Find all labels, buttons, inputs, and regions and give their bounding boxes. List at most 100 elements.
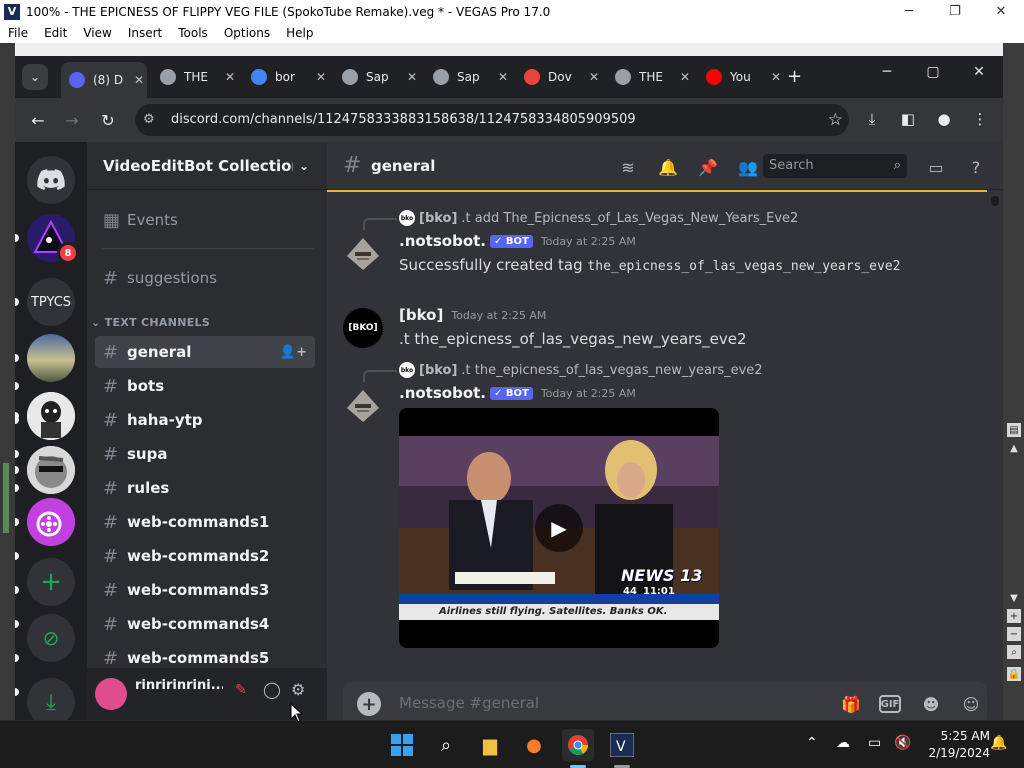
menu-file[interactable]: File (0, 26, 36, 40)
notification-bell-icon[interactable]: 🔔 (990, 735, 1007, 751)
composer-placeholder[interactable]: Message #general (399, 694, 539, 712)
server-icon-sunglasses[interactable] (27, 446, 75, 494)
server-icon-tpycs[interactable]: TPYCS (27, 278, 75, 326)
server-header[interactable]: VideoEditBot Collection 1.0 ⌄ (87, 142, 327, 190)
server-icon-landscape[interactable] (27, 334, 75, 382)
message-author[interactable]: [bko] (399, 306, 443, 324)
discord-home-icon[interactable] (27, 156, 75, 204)
chrome-icon[interactable] (562, 729, 594, 761)
zoom-in-button[interactable]: + (1007, 609, 1021, 623)
play-icon[interactable]: ▶ (535, 504, 583, 552)
menu-options[interactable]: Options (216, 26, 278, 40)
threads-icon[interactable]: ≋ (617, 156, 639, 178)
browser-tab[interactable]: bor ✕ (243, 62, 329, 92)
vegas-restore-button[interactable]: ❐ (932, 0, 978, 23)
menu-insert[interactable]: Insert (120, 26, 170, 40)
message-scrollbar[interactable] (987, 192, 1003, 672)
browser-menu-icon[interactable]: ⋮ (969, 110, 991, 128)
close-tab-icon[interactable]: ✕ (677, 70, 693, 84)
menu-view[interactable]: View (75, 26, 119, 40)
message-composer[interactable]: + Message #general 🎁 GIF ☻ ☺ (343, 682, 987, 720)
file-explorer-icon[interactable]: ▆ (474, 729, 506, 761)
new-tab-button[interactable]: + (787, 66, 802, 87)
channel-web-commands1[interactable]: # web-commands1 (95, 506, 315, 538)
close-tab-icon[interactable]: ✕ (222, 70, 238, 84)
close-tab-icon[interactable]: ✕ (313, 70, 329, 84)
events-item[interactable]: ▦ Events (95, 204, 315, 236)
bell-icon[interactable]: 🔔 (657, 156, 679, 178)
channel-rules[interactable]: # rules (95, 472, 315, 504)
close-tab-icon[interactable]: ✕ (131, 73, 147, 87)
downloads-icon[interactable]: ⤓ (861, 110, 883, 128)
tab-search-button[interactable]: ⌄ (22, 64, 48, 90)
category-text-channels[interactable]: ⌄ TEXT CHANNELS (91, 316, 210, 329)
url-text[interactable]: discord.com/channels/1124758333883158638… (171, 112, 636, 127)
network-icon[interactable]: ▭ (868, 735, 881, 751)
scroll-up-icon[interactable]: ▲ (1007, 441, 1021, 455)
search-icon[interactable]: ⌕ (430, 729, 462, 761)
channel-supa[interactable]: # supa (95, 438, 315, 470)
headphones-icon[interactable]: ◯ (263, 680, 281, 699)
vegas-close-button[interactable]: ✕ (978, 0, 1024, 23)
server-icon-character[interactable] (27, 392, 75, 440)
windows-start-icon[interactable] (386, 729, 418, 761)
avatar[interactable] (95, 678, 127, 710)
vegas-minimize-button[interactable]: ─ (886, 0, 932, 23)
browser-tab[interactable]: Sap ✕ (334, 62, 420, 92)
server-icon-reel[interactable] (27, 498, 75, 546)
zoom-tool-icon[interactable]: ⌕ (1007, 645, 1021, 659)
gif-icon[interactable]: GIF (879, 695, 901, 713)
browser-close-button[interactable]: ✕ (959, 64, 999, 80)
help-icon[interactable]: ? (965, 156, 987, 178)
avatar[interactable] (343, 234, 383, 274)
back-icon[interactable]: ← (27, 109, 49, 131)
side-panel-icon[interactable]: ◧ (897, 110, 919, 128)
channel-general[interactable]: # general 👤+ (95, 336, 315, 368)
message-author[interactable]: .notsobot. (399, 384, 486, 402)
browser-tab[interactable]: You ✕ (698, 62, 784, 92)
channel-web-commands4[interactable]: # web-commands4 (95, 608, 315, 640)
channel-web-commands2[interactable]: # web-commands2 (95, 540, 315, 572)
video-attachment[interactable]: NEWS 13 11:01 44 Airlines still flying. … (399, 408, 719, 648)
reload-icon[interactable]: ↻ (97, 109, 119, 131)
mute-icon[interactable]: ✎ (235, 682, 247, 698)
forward-icon[interactable]: → (61, 109, 83, 131)
menu-edit[interactable]: Edit (36, 26, 75, 40)
channel-haha-ytp[interactable]: # haha-ytp (95, 404, 315, 436)
pin-icon[interactable]: 📌 (697, 156, 719, 178)
profile-icon[interactable]: ● (933, 110, 955, 128)
browser-tab[interactable]: THE ✕ (607, 62, 693, 92)
cloud-icon[interactable]: ☁ (836, 735, 850, 751)
inbox-icon[interactable]: ▭ (925, 156, 947, 178)
browser-maximize-button[interactable]: ▢ (913, 64, 953, 80)
channel-bots[interactable]: # bots (95, 370, 315, 402)
avatar[interactable]: [BKO] (343, 308, 383, 348)
close-tab-icon[interactable]: ✕ (404, 70, 420, 84)
add-server-icon[interactable]: + (27, 558, 75, 606)
browser-tab[interactable]: Sap ✕ (425, 62, 511, 92)
download-apps-icon[interactable]: ⤓ (27, 678, 75, 720)
close-tab-icon[interactable]: ✕ (495, 70, 511, 84)
close-tab-icon[interactable]: ✕ (768, 70, 784, 84)
scrollbar-thumb[interactable] (991, 196, 999, 206)
vegas-taskbar-icon[interactable]: V (606, 729, 638, 761)
tray-overflow-icon[interactable]: ⌃ (806, 735, 818, 751)
avatar[interactable] (343, 386, 383, 426)
browser-tab[interactable]: (8) D ✕ (61, 62, 147, 98)
message-author[interactable]: .notsobot. (399, 232, 486, 250)
channel-web-commands3[interactable]: # web-commands3 (95, 574, 315, 606)
gift-icon[interactable]: 🎁 (839, 692, 863, 716)
close-tab-icon[interactable]: ✕ (586, 70, 602, 84)
system-clock[interactable]: 5:25 AM 2/19/2024 (920, 728, 990, 762)
vegas-panel-pin-button[interactable]: ▤ (1007, 423, 1021, 437)
invite-icon[interactable]: 👤+ (280, 345, 307, 360)
browser-tab[interactable]: THE ✕ (152, 62, 238, 92)
lock-icon[interactable]: 🔒 (1007, 667, 1021, 681)
reply-preview[interactable]: bko [bko] .t the_epicness_of_las_vegas_n… (399, 362, 763, 378)
bookmark-star-icon[interactable]: ☆ (828, 110, 843, 130)
explore-servers-icon[interactable]: ⊘ (27, 614, 75, 662)
emoji-icon[interactable]: ☺ (959, 692, 983, 716)
volume-muted-icon[interactable]: 🔇 (894, 735, 911, 751)
site-info-icon[interactable]: ⚙ (143, 112, 155, 127)
address-bar[interactable]: ⚙ discord.com/channels/11247583338831586… (135, 104, 849, 136)
